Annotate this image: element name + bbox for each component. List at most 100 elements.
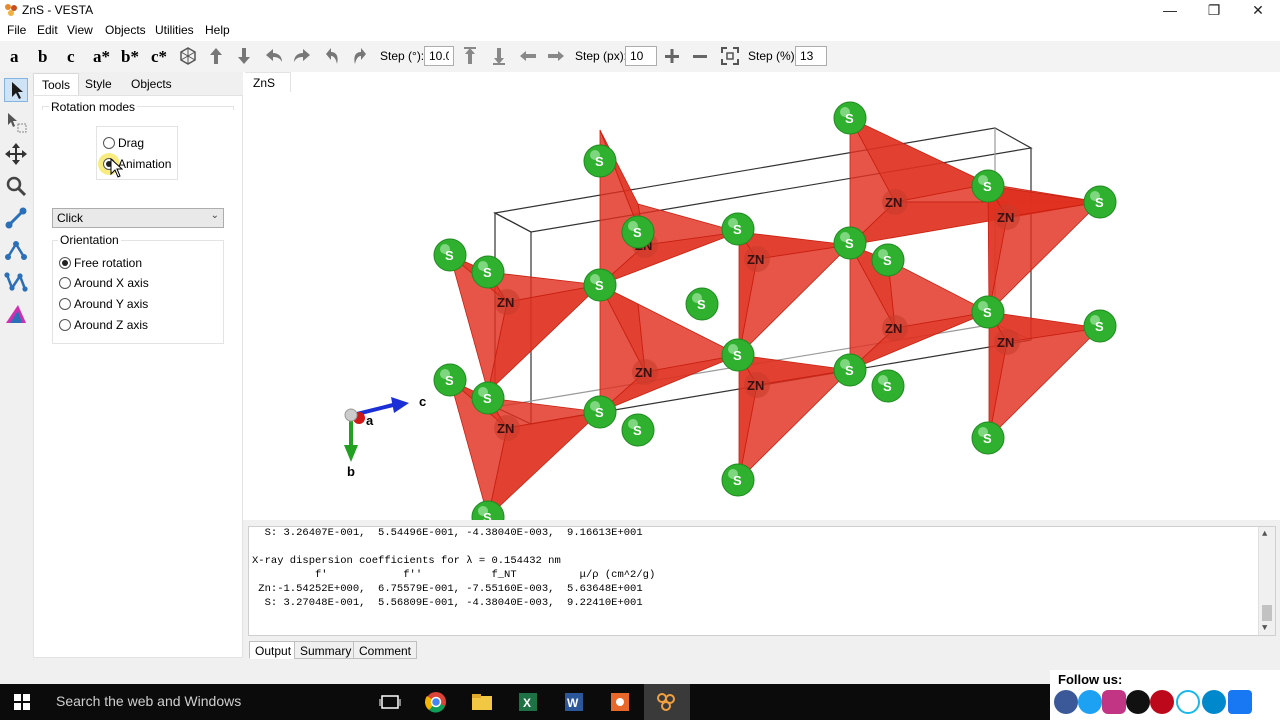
vimeo-icon[interactable]	[1176, 690, 1200, 714]
zn-atom[interactable]: ZN	[994, 329, 1020, 355]
dailymotion-icon[interactable]	[1126, 690, 1150, 714]
menu-help[interactable]: Help	[205, 23, 230, 37]
chrome-icon[interactable]	[424, 690, 448, 714]
zoom-out-icon[interactable]	[690, 46, 710, 66]
s-atom[interactable]: S	[1083, 309, 1117, 343]
s-atom[interactable]: S	[833, 226, 867, 260]
zn-atom[interactable]: ZN	[882, 315, 908, 341]
s-atom[interactable]: S	[583, 395, 617, 429]
scroll-down-icon[interactable]: ▼	[1262, 623, 1267, 633]
rotate-down-icon[interactable]	[234, 46, 254, 66]
zoom-in-icon[interactable]	[662, 46, 682, 66]
crystal-structure-scene[interactable]: ZNZNZNZNZNZNZNZNZNZNSSSSSSSSSSSSSSSSSSSS…	[243, 72, 1280, 520]
rotate-right-icon[interactable]	[292, 46, 312, 66]
angle-tool-icon[interactable]	[4, 238, 28, 262]
s-atom[interactable]: S	[433, 238, 467, 272]
lattice-plane-tool-icon[interactable]	[4, 302, 28, 326]
s-atom[interactable]: S	[871, 369, 905, 403]
view-along-a-button[interactable]: a	[10, 47, 19, 67]
standard-orientation-icon[interactable]	[178, 46, 198, 66]
restore-button[interactable]: ❐	[1192, 0, 1236, 20]
click-mode-select[interactable]: Click ⌄	[52, 208, 224, 228]
menu-utilities[interactable]: Utilities	[155, 23, 194, 37]
pinterest-icon[interactable]	[1150, 690, 1174, 714]
tab-objects[interactable]: Objects	[123, 73, 180, 95]
zn-atom[interactable]: ZN	[632, 359, 658, 385]
facebook-icon[interactable]	[1054, 690, 1078, 714]
excel-icon[interactable]: X	[516, 690, 540, 714]
s-atom[interactable]: S	[721, 212, 755, 246]
menu-edit[interactable]: Edit	[37, 23, 58, 37]
translate-up-icon[interactable]	[460, 46, 480, 66]
s-atom[interactable]: S	[685, 287, 719, 321]
tab-style[interactable]: Style	[77, 73, 120, 95]
s-atom[interactable]: S	[871, 243, 905, 277]
s-atom[interactable]: S	[471, 381, 505, 415]
scrollbar-thumb[interactable]	[1262, 605, 1272, 621]
around-z-radio[interactable]	[59, 319, 71, 331]
around-y-radio[interactable]	[59, 298, 71, 310]
translate-down-icon[interactable]	[489, 46, 509, 66]
menu-view[interactable]: View	[67, 23, 93, 37]
s-atom[interactable]: S	[1083, 185, 1117, 219]
twitter-icon[interactable]	[1078, 690, 1102, 714]
s-atom[interactable]: S	[433, 363, 467, 397]
free-rotation-radio[interactable]	[59, 257, 71, 269]
s-atom[interactable]: S	[721, 463, 755, 497]
tab-comment[interactable]: Comment	[353, 641, 418, 659]
zn-atom[interactable]: ZN	[882, 189, 908, 215]
scroll-up-icon[interactable]: ▲	[1262, 529, 1267, 539]
telegram-icon[interactable]	[1202, 690, 1226, 714]
rotate-ccw-icon[interactable]	[322, 46, 342, 66]
s-atom[interactable]: S	[471, 255, 505, 289]
s-atom[interactable]: S	[621, 413, 655, 447]
word-icon[interactable]: W	[562, 690, 586, 714]
select-region-icon[interactable]	[4, 110, 28, 134]
menu-file[interactable]: File	[7, 23, 26, 37]
fit-to-screen-icon[interactable]	[720, 46, 740, 66]
zn-atom[interactable]: ZN	[494, 415, 520, 441]
rotate-left-icon[interactable]	[264, 46, 284, 66]
media-app-icon[interactable]	[608, 690, 632, 714]
windows-start-icon[interactable]	[14, 694, 30, 710]
output-scrollbar[interactable]: ▲ ▼	[1258, 527, 1275, 635]
s-atom[interactable]: S	[833, 353, 867, 387]
s-atom[interactable]: S	[583, 268, 617, 302]
rotate-cw-icon[interactable]	[350, 46, 370, 66]
s-atom[interactable]: S	[833, 101, 867, 135]
dihedral-tool-icon[interactable]	[4, 270, 28, 294]
instagram-icon[interactable]	[1102, 690, 1126, 714]
tab-summary[interactable]: Summary	[294, 641, 358, 659]
menu-objects[interactable]: Objects	[105, 23, 146, 37]
tab-output[interactable]: Output	[249, 641, 298, 659]
taskbar-search-box[interactable]: Search the web and Windows	[56, 693, 241, 709]
view-along-c-button[interactable]: c	[67, 47, 75, 67]
drag-radio[interactable]	[103, 137, 115, 149]
distance-tool-icon[interactable]	[4, 206, 28, 230]
around-x-radio[interactable]	[59, 277, 71, 289]
zn-atom[interactable]: ZN	[994, 204, 1020, 230]
translate-tool-icon[interactable]	[4, 142, 28, 166]
task-view-icon[interactable]	[378, 690, 402, 714]
output-text-area[interactable]: S: 3.26407E-001, 5.54496E-001, -4.38040E…	[248, 526, 1276, 636]
step-deg-input[interactable]	[424, 46, 454, 66]
tab-tools[interactable]: Tools	[33, 73, 80, 95]
zn-atom[interactable]: ZN	[744, 246, 770, 272]
view-along-c-star-button[interactable]: c*	[151, 47, 167, 67]
select-tool-button[interactable]	[4, 78, 28, 102]
structure-viewer[interactable]: ZNZNZNZNZNZNZNZNZNZNSSSSSSSSSSSSSSSSSSSS…	[243, 72, 1280, 520]
view-along-b-button[interactable]: b	[38, 47, 47, 67]
vesta-task-icon[interactable]	[654, 690, 678, 714]
s-atom[interactable]: S	[583, 144, 617, 178]
rotate-up-icon[interactable]	[206, 46, 226, 66]
view-along-a-star-button[interactable]: a*	[93, 47, 110, 67]
s-atom[interactable]: S	[721, 338, 755, 372]
tab-zns[interactable]: ZnS	[245, 72, 291, 92]
like-thumb-icon[interactable]	[1228, 690, 1252, 714]
minimize-button[interactable]: —	[1148, 0, 1192, 20]
s-atom[interactable]: S	[971, 421, 1005, 455]
translate-right-icon[interactable]	[546, 46, 566, 66]
zn-atom[interactable]: ZN	[494, 289, 520, 315]
translate-left-icon[interactable]	[518, 46, 538, 66]
s-atom[interactable]: S	[971, 295, 1005, 329]
